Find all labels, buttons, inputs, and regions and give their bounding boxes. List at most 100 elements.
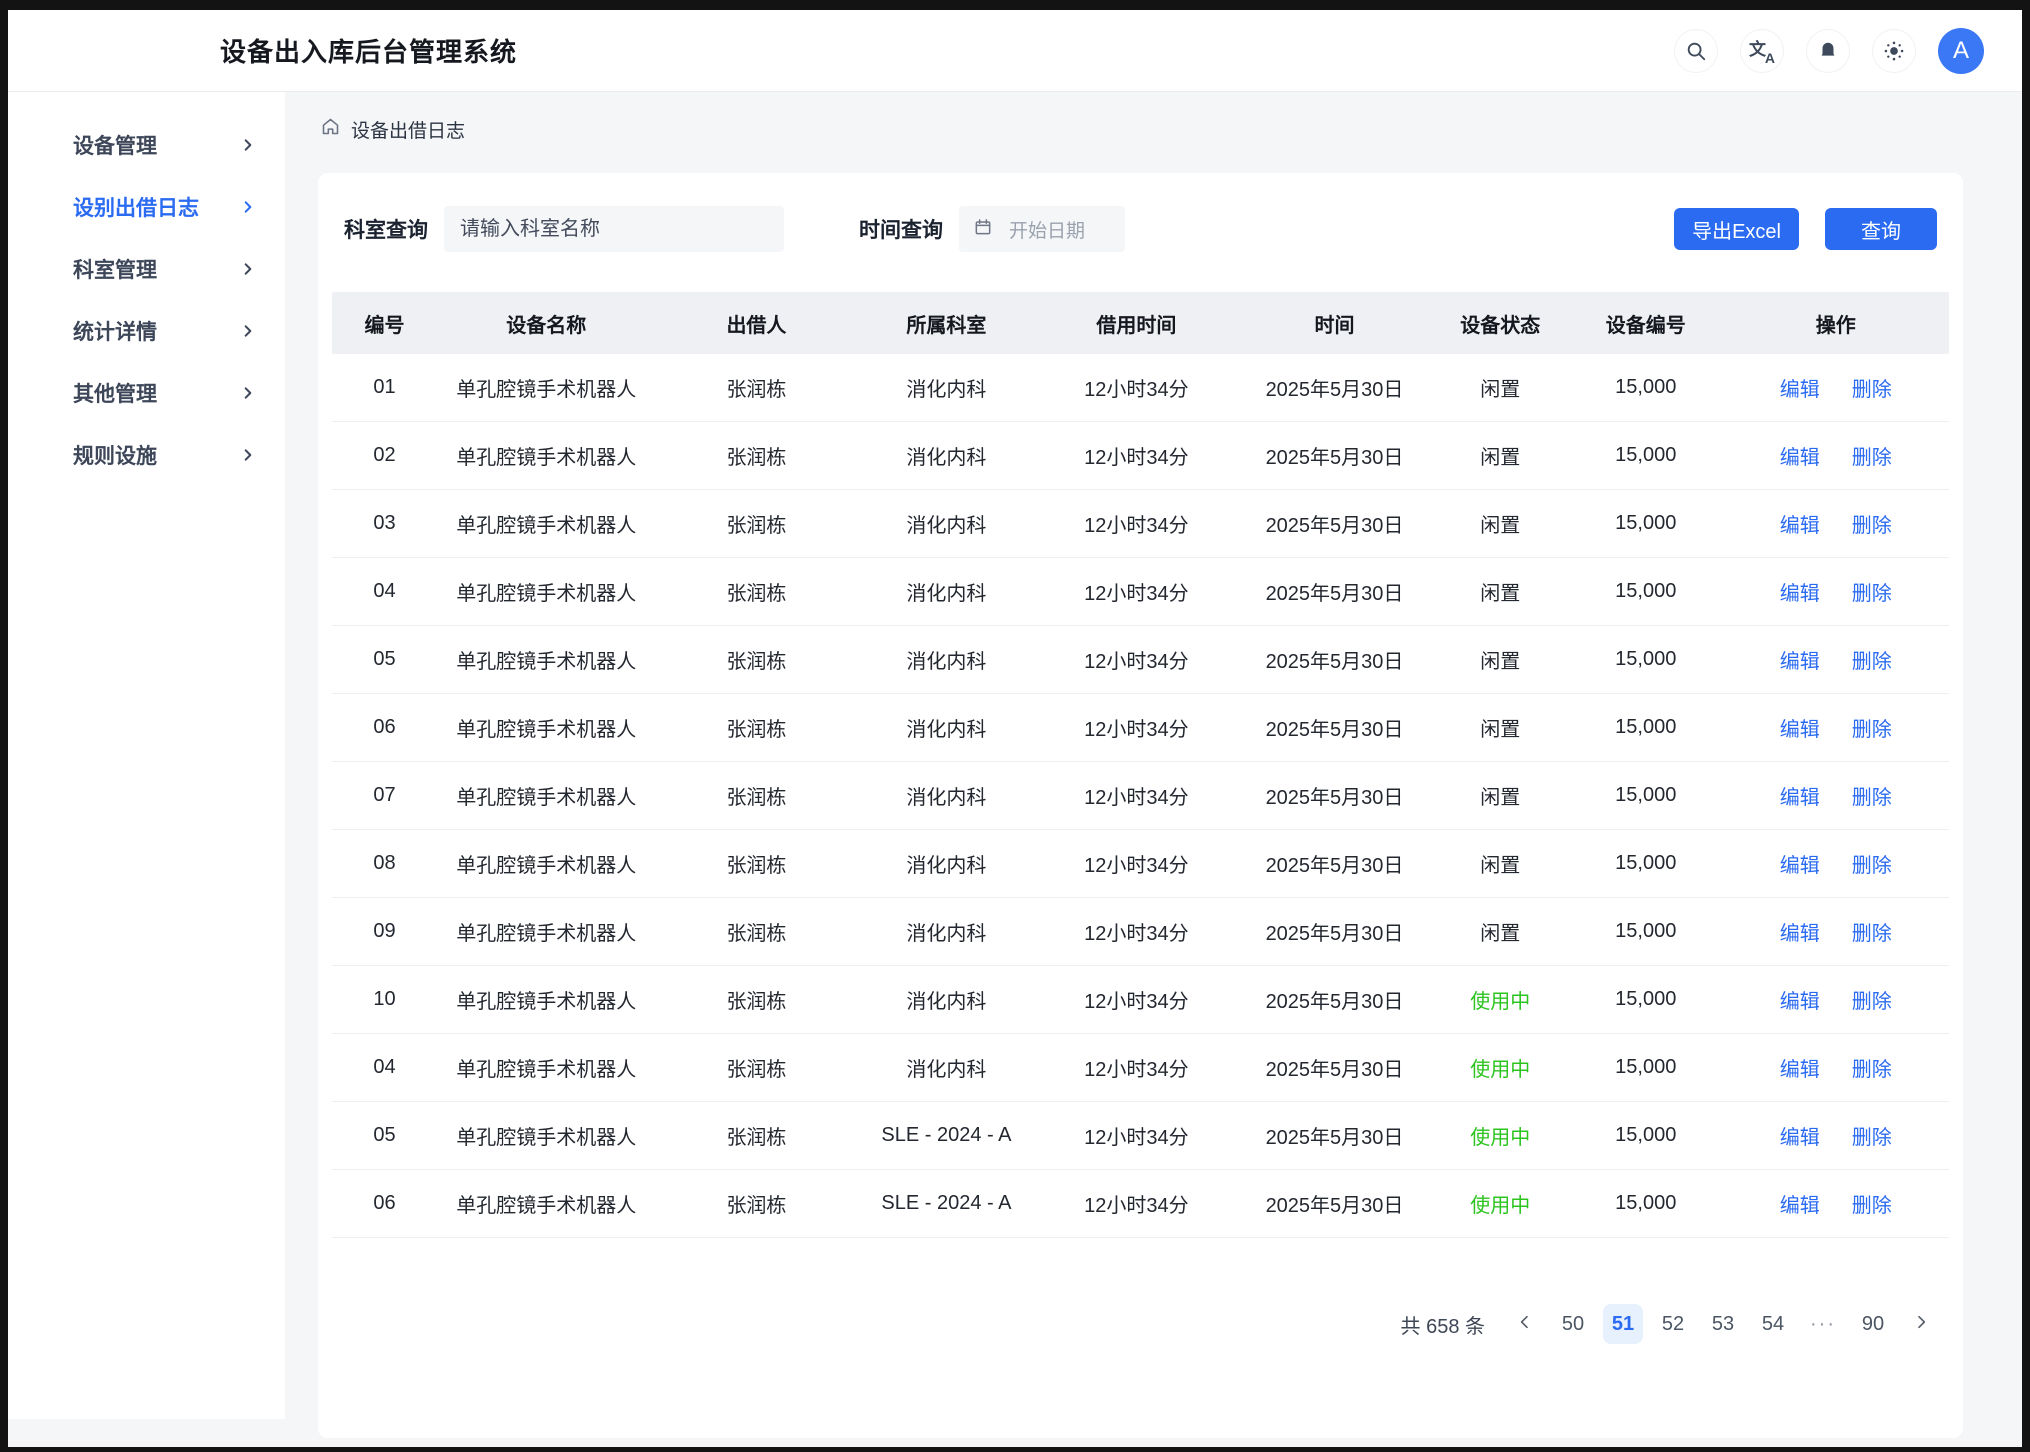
theme-button[interactable]: [1872, 29, 1916, 73]
cell-lender: 张润栋: [655, 985, 857, 1014]
column-header: 所属科室: [858, 309, 1036, 338]
cell-lender: 张润栋: [655, 441, 857, 470]
sidebar-item-label: 其他管理: [73, 378, 157, 408]
date-placeholder: 开始日期: [1009, 216, 1085, 243]
cell-device-code: 15,000: [1569, 784, 1723, 807]
cell-date: 2025年5月30日: [1237, 373, 1431, 402]
pagination: 共 658 条 5051525354···90: [332, 1304, 1949, 1344]
dept-search-input[interactable]: [444, 206, 784, 252]
cell-status: 闲置: [1432, 509, 1569, 538]
delete-link[interactable]: 删除: [1852, 917, 1892, 946]
page-number[interactable]: 54: [1753, 1304, 1793, 1344]
edit-link[interactable]: 编辑: [1780, 849, 1820, 878]
delete-link[interactable]: 删除: [1852, 713, 1892, 742]
cell-actions: 编辑 删除: [1723, 373, 1949, 402]
translate-button[interactable]: 文 A: [1740, 29, 1784, 73]
cell-department: SLE - 2024 - A: [858, 1192, 1036, 1215]
sidebar-item[interactable]: 设别出借日志: [8, 176, 285, 238]
delete-link[interactable]: 删除: [1852, 577, 1892, 606]
edit-link[interactable]: 编辑: [1780, 509, 1820, 538]
cell-device-name: 单孔腔镜手术机器人: [437, 1053, 655, 1082]
cell-device-name: 单孔腔镜手术机器人: [437, 1121, 655, 1150]
delete-link[interactable]: 删除: [1852, 985, 1892, 1014]
brightness-icon: [1883, 40, 1905, 62]
cell-borrow-duration: 12小时34分: [1035, 645, 1237, 674]
cell-device-name: 单孔腔镜手术机器人: [437, 373, 655, 402]
sidebar-item[interactable]: 设备管理: [8, 114, 285, 176]
cell-date: 2025年5月30日: [1237, 917, 1431, 946]
next-page-button[interactable]: [1903, 1304, 1939, 1344]
delete-link[interactable]: 删除: [1852, 849, 1892, 878]
cell-department: 消化内科: [858, 781, 1036, 810]
page-list: 5051525354···90: [1553, 1304, 1893, 1344]
cell-date: 2025年5月30日: [1237, 577, 1431, 606]
prev-page-button[interactable]: [1507, 1304, 1543, 1344]
page-number[interactable]: 51: [1603, 1304, 1643, 1344]
query-button[interactable]: 查询: [1825, 208, 1937, 250]
cell-status: 使用中: [1432, 1121, 1569, 1150]
page-number[interactable]: 90: [1853, 1304, 1893, 1344]
sidebar-item[interactable]: 规则设施: [8, 424, 285, 486]
delete-link[interactable]: 删除: [1852, 1189, 1892, 1218]
edit-link[interactable]: 编辑: [1780, 917, 1820, 946]
page-number[interactable]: 52: [1653, 1304, 1693, 1344]
user-avatar[interactable]: A: [1938, 28, 1984, 74]
delete-link[interactable]: 删除: [1852, 373, 1892, 402]
edit-link[interactable]: 编辑: [1780, 781, 1820, 810]
search-button[interactable]: [1674, 29, 1718, 73]
cell-lender: 张润栋: [655, 849, 857, 878]
edit-link[interactable]: 编辑: [1780, 373, 1820, 402]
table-row: 04 单孔腔镜手术机器人 张润栋 消化内科 12小时34分 2025年5月30日…: [332, 558, 1949, 626]
cell-status: 闲置: [1432, 645, 1569, 674]
edit-link[interactable]: 编辑: [1780, 1121, 1820, 1150]
chevron-right-icon: [241, 200, 255, 214]
table-row: 02 单孔腔镜手术机器人 张润栋 消化内科 12小时34分 2025年5月30日…: [332, 422, 1949, 490]
edit-link[interactable]: 编辑: [1780, 1189, 1820, 1218]
start-date-picker[interactable]: 开始日期: [959, 206, 1125, 252]
notification-button[interactable]: [1806, 29, 1850, 73]
delete-link[interactable]: 删除: [1852, 1053, 1892, 1082]
edit-link[interactable]: 编辑: [1780, 577, 1820, 606]
cell-device-code: 15,000: [1569, 580, 1723, 603]
table-body: 01 单孔腔镜手术机器人 张润栋 消化内科 12小时34分 2025年5月30日…: [332, 354, 1949, 1238]
breadcrumb: 设备出借日志: [320, 116, 1963, 143]
cell-status: 闲置: [1432, 373, 1569, 402]
cell-actions: 编辑 删除: [1723, 1121, 1949, 1150]
edit-link[interactable]: 编辑: [1780, 1053, 1820, 1082]
delete-link[interactable]: 删除: [1852, 645, 1892, 674]
cell-borrow-duration: 12小时34分: [1035, 713, 1237, 742]
cell-device-code: 15,000: [1569, 1124, 1723, 1147]
table-row: 07 单孔腔镜手术机器人 张润栋 消化内科 12小时34分 2025年5月30日…: [332, 762, 1949, 830]
cell-status: 闲置: [1432, 577, 1569, 606]
cell-actions: 编辑 删除: [1723, 441, 1949, 470]
delete-link[interactable]: 删除: [1852, 509, 1892, 538]
sidebar-item[interactable]: 统计详情: [8, 300, 285, 362]
cell-status: 闲置: [1432, 917, 1569, 946]
cell-actions: 编辑 删除: [1723, 645, 1949, 674]
sidebar-item[interactable]: 科室管理: [8, 238, 285, 300]
chevron-right-icon: [1913, 1313, 1929, 1336]
cell-device-name: 单孔腔镜手术机器人: [437, 849, 655, 878]
chevron-right-icon: [241, 386, 255, 400]
page-number[interactable]: 50: [1553, 1304, 1593, 1344]
sidebar-item[interactable]: 其他管理: [8, 362, 285, 424]
cell-borrow-duration: 12小时34分: [1035, 1189, 1237, 1218]
delete-link[interactable]: 删除: [1852, 441, 1892, 470]
cell-id: 05: [332, 1124, 437, 1147]
column-header: 操作: [1723, 309, 1949, 338]
cell-status: 闲置: [1432, 781, 1569, 810]
bell-icon: [1817, 40, 1839, 62]
edit-link[interactable]: 编辑: [1780, 985, 1820, 1014]
edit-link[interactable]: 编辑: [1780, 441, 1820, 470]
page-number[interactable]: 53: [1703, 1304, 1743, 1344]
cell-device-code: 15,000: [1569, 512, 1723, 535]
edit-link[interactable]: 编辑: [1780, 645, 1820, 674]
table-row: 03 单孔腔镜手术机器人 张润栋 消化内科 12小时34分 2025年5月30日…: [332, 490, 1949, 558]
delete-link[interactable]: 删除: [1852, 781, 1892, 810]
delete-link[interactable]: 删除: [1852, 1121, 1892, 1150]
cell-actions: 编辑 删除: [1723, 577, 1949, 606]
edit-link[interactable]: 编辑: [1780, 713, 1820, 742]
export-excel-button[interactable]: 导出Excel: [1674, 208, 1799, 250]
cell-device-name: 单孔腔镜手术机器人: [437, 441, 655, 470]
sidebar-item-label: 设备管理: [73, 130, 157, 160]
